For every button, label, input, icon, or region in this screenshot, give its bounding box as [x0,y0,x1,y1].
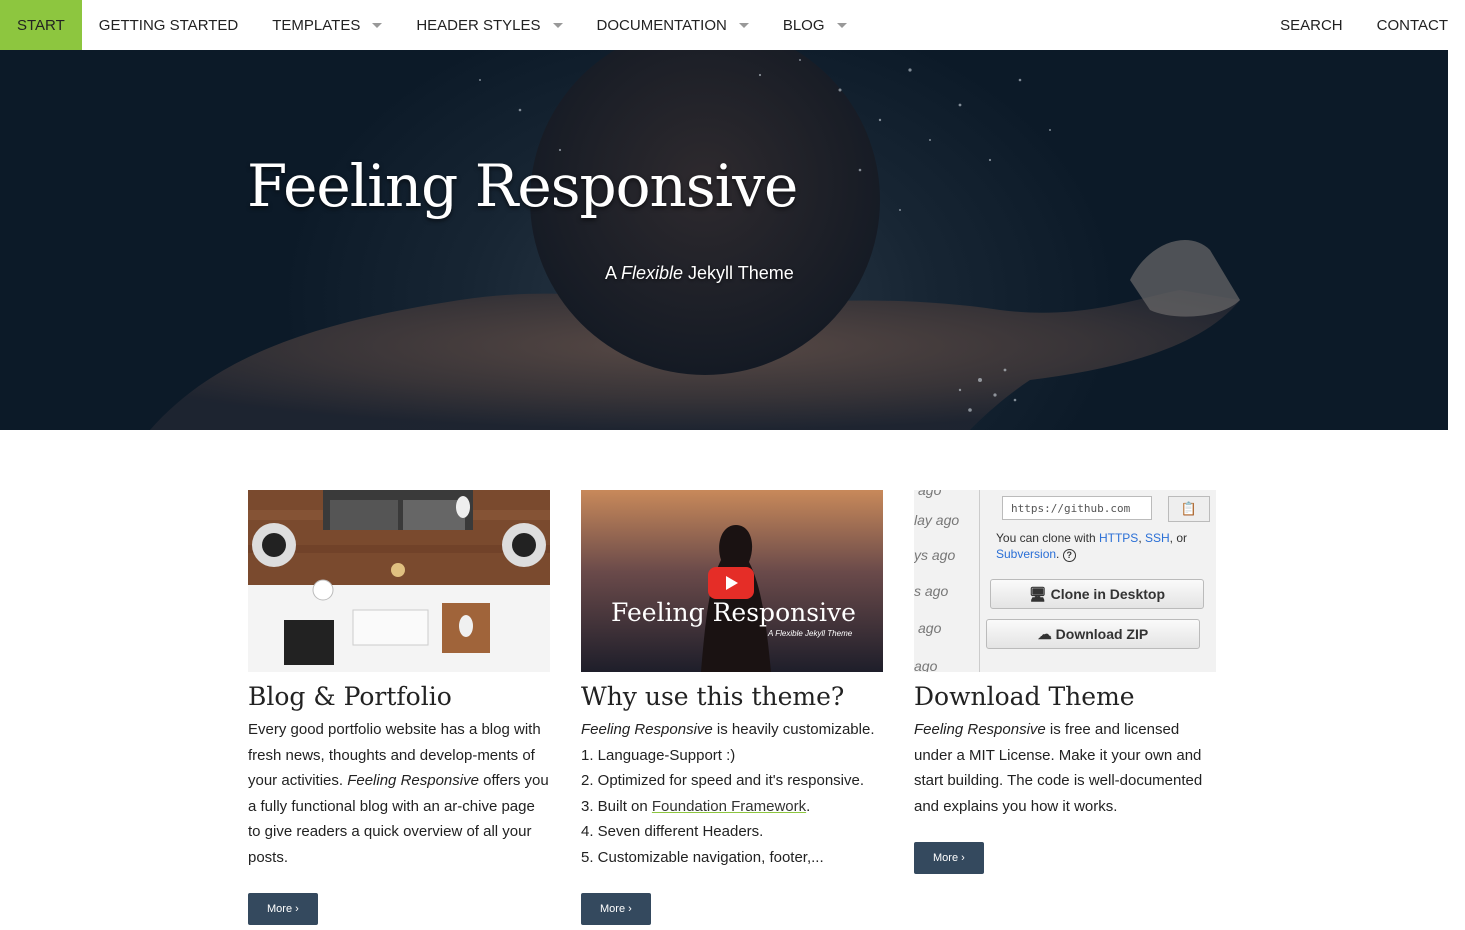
hero-subtitle: A Flexible Jekyll Theme [605,263,794,284]
nav-label: DOCUMENTATION [596,16,727,34]
clone-desktop-label: Clone in Desktop [1050,586,1166,602]
clone-note: You can clone with HTTPS, SSH, or Subver… [996,530,1211,562]
nav-label: CONTACT [1376,16,1448,34]
desktop-icon: 🖥 [1028,586,1047,602]
nav-item-contact[interactable]: CONTACT [1360,0,1465,50]
desk-photo [248,490,550,672]
more-button[interactable]: More › [914,842,984,874]
card-text: Every good portfolio website has a blog … [248,717,550,870]
card-title: Why use this theme? [581,682,845,711]
nav-item-search[interactable]: SEARCH [1263,0,1360,50]
card-download-theme: ago lay ago ys ago s ago ago ago https:/… [914,490,1216,874]
nav-item-templates[interactable]: TEMPLATES [255,0,399,50]
note-text: , or [1169,531,1188,545]
video-subtitle: A Flexible Jekyll Theme [768,629,853,638]
note-link-ssh: SSH [1144,531,1170,545]
list-item: 4. Seven different Headers. [581,823,764,840]
clipboard-icon: 📋 [1168,496,1210,522]
download-zip-button-image: ☁ Download ZIP [986,619,1200,649]
card-text: Feeling Responsive is free and licensed … [914,717,1216,819]
note-text: You can clone with [996,531,1099,545]
desk-illustration [248,490,550,672]
list-item: 3. Built on Foundation Framework. [581,794,883,820]
help-icon: ? [1062,549,1076,562]
list-item: 2. Optimized for speed and it's responsi… [581,772,865,789]
list-item: 1. Language-Support :) [581,746,736,764]
top-navigation: START GETTING STARTED TEMPLATES HEADER S… [0,0,1465,50]
card-blog-portfolio: Blog & Portfolio Every good portfolio we… [248,490,550,925]
nav-item-header-styles[interactable]: HEADER STYLES [399,0,579,50]
nav-item-getting-started[interactable]: GETTING STARTED [82,0,255,50]
clone-url-field: https://github.com [1002,496,1152,520]
nav-label: BLOG [782,16,825,34]
cloud-download-icon: ☁ [1037,626,1052,642]
hero-subtitle-prefix: A [605,263,622,283]
caret-down-icon [738,22,749,28]
ago-label: ys ago [914,547,956,563]
ago-label: ago [918,490,942,498]
nav-label: GETTING STARTED [98,16,239,34]
card-title: Blog & Portfolio [248,682,452,711]
card-why-use-theme: Feeling Responsive A Flexible Jekyll The… [581,490,883,925]
nav-item-documentation[interactable]: DOCUMENTATION [580,0,766,50]
download-zip-label: Download ZIP [1055,626,1149,642]
ago-label: lay ago [914,512,960,528]
hero-subtitle-suffix: Jekyll Theme [683,263,794,283]
nav-label: TEMPLATES [272,16,361,34]
nav-label: SEARCH [1280,16,1343,34]
clone-desktop-button-image: 🖥 Clone in Desktop [990,579,1204,609]
list-item: 5. Customizable navigation, footer,... [581,848,824,866]
hero-banner: Feeling Responsive A Flexible Jekyll The… [0,50,1448,430]
note-link-subversion: Subversion [996,547,1057,561]
nav-label: HEADER STYLES [416,16,541,34]
nav-label: START [17,16,65,34]
card-intro: Feeling Responsive is heavily customizab… [581,717,883,743]
note-text: , [1138,531,1145,545]
hero-title: Feeling Responsive [247,152,798,220]
youtube-play-icon[interactable] [708,567,754,599]
list-item-text: 3. Built on [581,797,652,815]
note-link-https: HTTPS [1098,531,1139,545]
caret-down-icon [372,22,383,28]
foundation-framework-link[interactable]: Foundation Framework [652,798,806,815]
list-item-suffix: . [806,797,811,815]
github-clone-screenshot: ago lay ago ys ago s ago ago ago https:/… [914,490,1216,672]
nav-right-group: SEARCH CONTACT [1263,0,1465,50]
card-text: Feeling Responsive is heavily customizab… [581,717,883,870]
video-title: Feeling Responsive [611,598,856,627]
card-text-part: is heavily customizable. [712,721,875,738]
nav-item-start[interactable]: START [0,0,82,50]
card-text-emphasis: Feeling Responsive [347,772,479,789]
ago-label: s ago [914,583,949,599]
caret-down-icon [836,22,847,28]
hero-underwater-image [150,50,1240,430]
ago-label: ago [918,620,942,636]
card-text-emphasis: Feeling Responsive [914,721,1046,738]
hero-subtitle-emphasis: Flexible [621,263,684,283]
more-button[interactable]: More › [248,893,318,925]
ago-label: ago [914,658,938,672]
card-text-emphasis: Feeling Responsive [581,721,713,738]
more-button[interactable]: More › [581,893,651,925]
nav-item-blog[interactable]: BLOG [766,0,864,50]
note-text: . [1056,547,1060,561]
divider [979,490,980,672]
card-title: Download Theme [914,682,1135,711]
caret-down-icon [552,22,563,28]
video-thumbnail[interactable]: Feeling Responsive A Flexible Jekyll The… [581,490,883,672]
